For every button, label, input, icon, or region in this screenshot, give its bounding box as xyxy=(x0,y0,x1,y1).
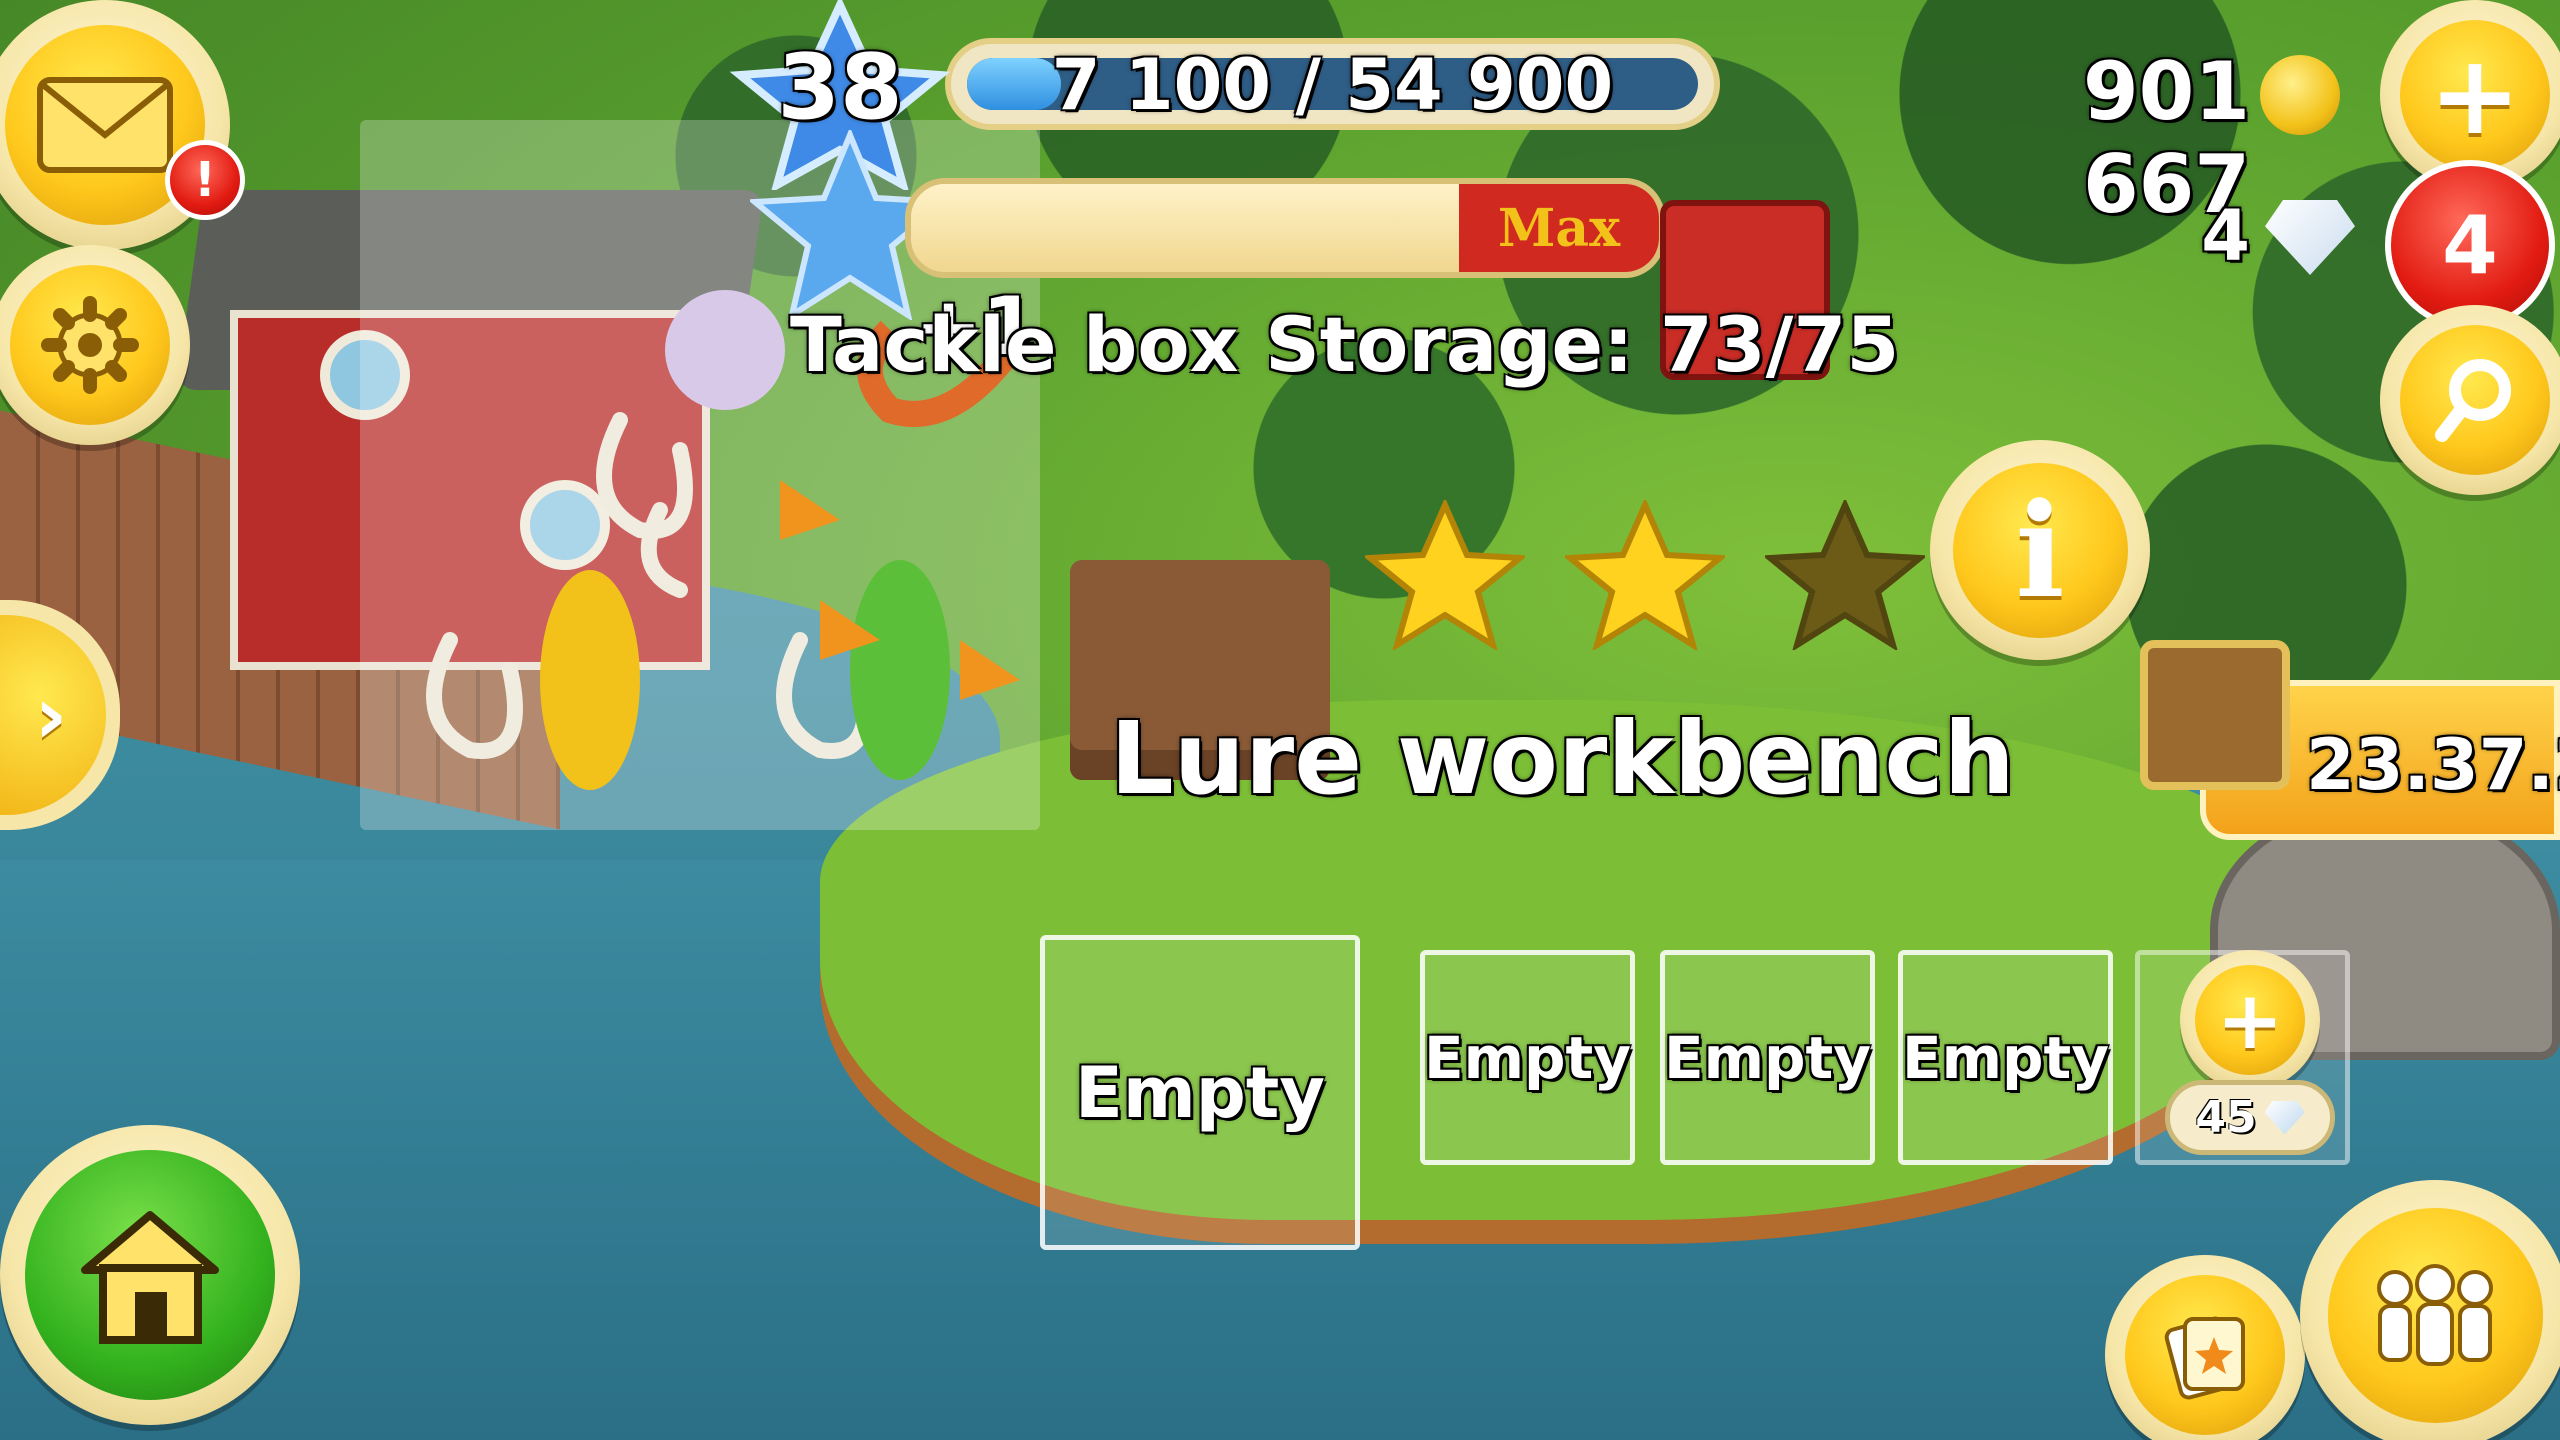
slot-label: Empty xyxy=(1901,1023,2110,1092)
event-timer: 23.37.24 xyxy=(2306,724,2560,806)
home-button[interactable] xyxy=(0,1125,300,1425)
plus-icon: + xyxy=(2216,973,2284,1067)
add-slot-price-value: 45 xyxy=(2195,1092,2257,1143)
diamond-count: 4 xyxy=(2201,195,2250,277)
gear-icon xyxy=(41,296,139,394)
building-star-rating xyxy=(1365,500,1925,650)
storage-capacity-bar: Max xyxy=(905,178,1665,278)
slot-label: Empty xyxy=(1423,1023,1632,1092)
xp-text: 7 100 / 54 900 xyxy=(1051,44,1614,126)
envelope-icon xyxy=(37,77,173,173)
diamond-icon xyxy=(2264,1100,2305,1135)
production-slot-4[interactable]: Empty xyxy=(1898,950,2113,1165)
star-filled-icon xyxy=(1365,500,1525,650)
coin-icon xyxy=(2260,55,2340,135)
production-slot-1[interactable]: Empty xyxy=(1040,935,1360,1250)
search-button[interactable] xyxy=(2380,305,2560,495)
chevron-right-icon: › xyxy=(34,668,68,762)
slot-label: Empty xyxy=(1075,1051,1325,1134)
star-filled-icon xyxy=(1565,500,1725,650)
xp-bar: 7 100 / 54 900 xyxy=(945,38,1720,130)
storage-max-section: Max xyxy=(1459,184,1659,272)
magnifier-icon xyxy=(2435,359,2511,442)
production-slot-3[interactable]: Empty xyxy=(1660,950,1875,1165)
storage-label: Tackle box Storage: 73/75 xyxy=(790,300,1900,389)
add-slot-button[interactable]: + xyxy=(2180,950,2320,1090)
storage-max-label: Max xyxy=(1497,197,1621,259)
level-number: 38 xyxy=(777,35,903,140)
production-slot-2[interactable]: Empty xyxy=(1420,950,1635,1165)
cards-button[interactable] xyxy=(2105,1255,2305,1440)
add-slot-price[interactable]: 45 xyxy=(2165,1080,2335,1155)
building-name: Lure workbench xyxy=(1110,700,2015,817)
info-button[interactable]: i xyxy=(1930,440,2150,660)
house-icon xyxy=(81,1211,219,1344)
star-empty-icon xyxy=(1765,500,1925,650)
plus-icon: + xyxy=(2428,31,2522,159)
mail-notification-badge: ! xyxy=(165,140,245,220)
people-icon xyxy=(2377,1264,2493,1366)
info-icon: i xyxy=(2015,473,2065,627)
treasure-chest-icon xyxy=(2140,640,2290,790)
cards-icon xyxy=(2164,1316,2245,1400)
slot-label: Empty xyxy=(1663,1023,1872,1092)
friends-button[interactable] xyxy=(2300,1180,2560,1440)
